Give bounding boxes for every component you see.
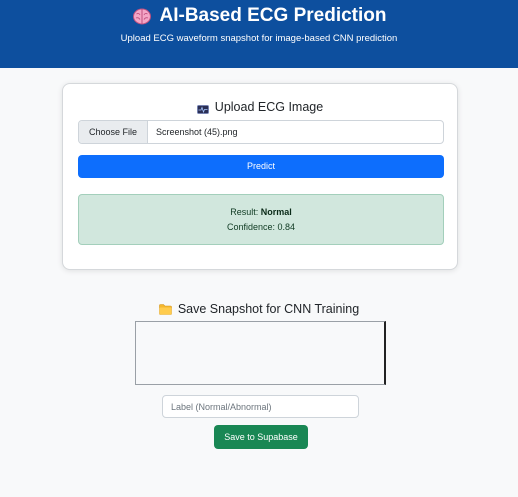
label-input[interactable] (162, 395, 359, 418)
snapshot-canvas[interactable] (135, 321, 386, 385)
upload-card: Upload ECG Image Choose File Screenshot … (62, 83, 458, 270)
confidence-label: Confidence: (226, 222, 275, 232)
snapshot-section-title: Save Snapshot for CNN Training (0, 300, 518, 318)
upload-card-title-text: Upload ECG Image (214, 100, 324, 114)
confidence-value: 0.84 (277, 222, 296, 232)
save-to-supabase-button[interactable]: Save to Supabase (214, 425, 308, 449)
result-value: Normal (260, 207, 292, 217)
upload-card-title: Upload ECG Image (63, 98, 457, 116)
app-header: AI-Based ECG Prediction Upload ECG wavef… (0, 0, 518, 68)
choose-file-button[interactable]: Choose File (79, 121, 148, 143)
predict-button[interactable]: Predict (78, 155, 444, 178)
folder-icon (159, 303, 172, 315)
selected-file-name: Screenshot (45).png (156, 127, 238, 137)
file-input[interactable]: Choose File Screenshot (45).png (78, 120, 444, 144)
result-label: Result: (230, 207, 259, 217)
page-subtitle: Upload ECG waveform snapshot for image-b… (120, 33, 398, 44)
snapshot-title-text: Save Snapshot for CNN Training (177, 302, 360, 316)
confidence-line: Confidence: 0.84 (79, 222, 443, 232)
result-alert: Result: Normal Confidence: 0.84 (78, 194, 444, 245)
result-line: Result: Normal (79, 207, 443, 217)
page-title: AI-Based ECG Prediction (159, 5, 387, 26)
ecg-image-icon (196, 103, 209, 114)
header-title-row: AI-Based ECG Prediction (0, 4, 518, 28)
brain-icon (132, 6, 152, 26)
